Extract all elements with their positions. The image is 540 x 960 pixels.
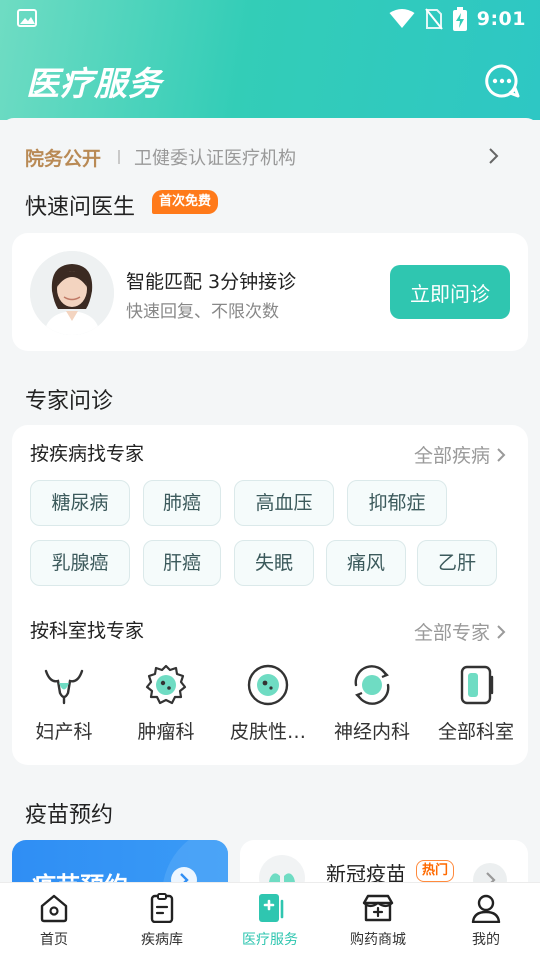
bottom-tab-bar: 首页 疾病库 医疗服务 购药商城 我的: [0, 882, 540, 960]
chevron-right-icon: [489, 148, 499, 164]
disease-tag[interactable]: 失眠: [234, 540, 314, 586]
all-expert-label: 全部专家: [413, 622, 490, 644]
dept-oncology[interactable]: 肿瘤科: [116, 663, 216, 744]
disease-tag[interactable]: 高血压: [234, 480, 334, 526]
all-disease-label: 全部疾病: [413, 445, 490, 467]
tab-home[interactable]: 首页: [0, 883, 108, 960]
disease-tag[interactable]: 肺癌: [143, 480, 221, 526]
expert-section-title: 专家问诊: [25, 389, 114, 414]
notice-text: 卫健委认证医疗机构: [134, 148, 296, 169]
disease-tag[interactable]: 肝癌: [143, 540, 221, 586]
quick-ask-card[interactable]: 智能匹配 3分钟接诊 快速回复、不限次数 立即问诊: [12, 233, 528, 351]
app-header: 9:01 医疗服务: [0, 0, 540, 120]
dept-gynecology[interactable]: 妇产科: [14, 663, 114, 744]
tab-profile[interactable]: 我的: [432, 883, 540, 960]
vaccine-section-title: 疫苗预约: [25, 803, 114, 828]
hot-badge: 热门: [416, 860, 455, 882]
dept-label: 神经内科: [333, 721, 410, 743]
quick-ask-sub-text: 快速回复、不限次数: [126, 302, 279, 322]
uterus-icon: [44, 669, 84, 705]
gallery-icon: [17, 9, 37, 27]
tab-label: 医疗服务: [242, 932, 298, 948]
skin-cell-icon: [247, 664, 289, 706]
tab-disease-library[interactable]: 疾病库: [108, 883, 216, 960]
all-expert-link[interactable]: 全部专家: [414, 618, 506, 645]
dept-label: 妇产科: [35, 721, 93, 743]
disease-tag[interactable]: 乙肝: [417, 540, 497, 586]
chat-bubble-icon[interactable]: [484, 63, 520, 99]
chevron-right-icon: [497, 447, 506, 462]
all-disease-link[interactable]: 全部疾病: [414, 441, 506, 468]
doctor-avatar: [30, 251, 114, 335]
tab-label: 购药商城: [350, 932, 406, 948]
all-departments-icon: [460, 665, 494, 705]
tumor-cell-icon: [145, 664, 187, 705]
tab-label: 疾病库: [141, 932, 183, 948]
disease-tag[interactable]: 乳腺癌: [30, 540, 130, 586]
tab-label: 我的: [472, 932, 500, 948]
notice-divider: [118, 150, 120, 164]
status-time: 9:01: [476, 8, 526, 30]
disease-tag[interactable]: 糖尿病: [30, 480, 130, 526]
dept-label: 皮肤性…: [229, 721, 306, 743]
neurology-icon: [354, 665, 390, 705]
battery-charging-icon: [452, 7, 467, 31]
wifi-icon: [389, 9, 415, 28]
status-bar: 9:01: [0, 0, 540, 38]
by-disease-title: 按疾病找专家: [30, 443, 145, 465]
dept-label: 肿瘤科: [137, 721, 195, 743]
quick-ask-main-text: 智能匹配 3分钟接诊: [126, 271, 297, 293]
home-icon: [40, 894, 68, 923]
consult-now-button[interactable]: 立即问诊: [390, 265, 510, 319]
notice-tag: 院务公开: [25, 148, 102, 170]
chevron-right-icon: [497, 624, 506, 639]
disease-tag[interactable]: 痛风: [326, 540, 406, 586]
profile-icon: [471, 894, 501, 923]
by-dept-title: 按科室找专家: [30, 620, 145, 642]
free-badge: 首次免费: [152, 190, 219, 214]
clipboard-icon: [150, 893, 174, 923]
disease-tag[interactable]: 抑郁症: [347, 480, 447, 526]
dept-all[interactable]: 全部科室: [426, 663, 526, 744]
medical-service-icon: [259, 894, 284, 922]
dept-label: 全部科室: [437, 721, 514, 743]
pharmacy-store-icon: [362, 894, 394, 922]
dept-neurology[interactable]: 神经内科: [322, 663, 422, 744]
expert-card: 按疾病找专家 全部疾病 糖尿病 肺癌 高血压 抑郁症 乳腺癌 肝癌 失眠 痛风 …: [12, 425, 528, 765]
quick-ask-title: 快速问医生: [25, 195, 136, 220]
tab-pharmacy-store[interactable]: 购药商城: [324, 883, 432, 960]
dept-dermatology[interactable]: 皮肤性…: [218, 663, 318, 744]
page-title: 医疗服务: [26, 64, 162, 103]
tab-medical-service[interactable]: 医疗服务: [216, 883, 324, 960]
tab-label: 首页: [40, 932, 68, 948]
notice-bar[interactable]: 院务公开 卫健委认证医疗机构: [0, 134, 540, 178]
no-sim-icon: [424, 8, 443, 30]
